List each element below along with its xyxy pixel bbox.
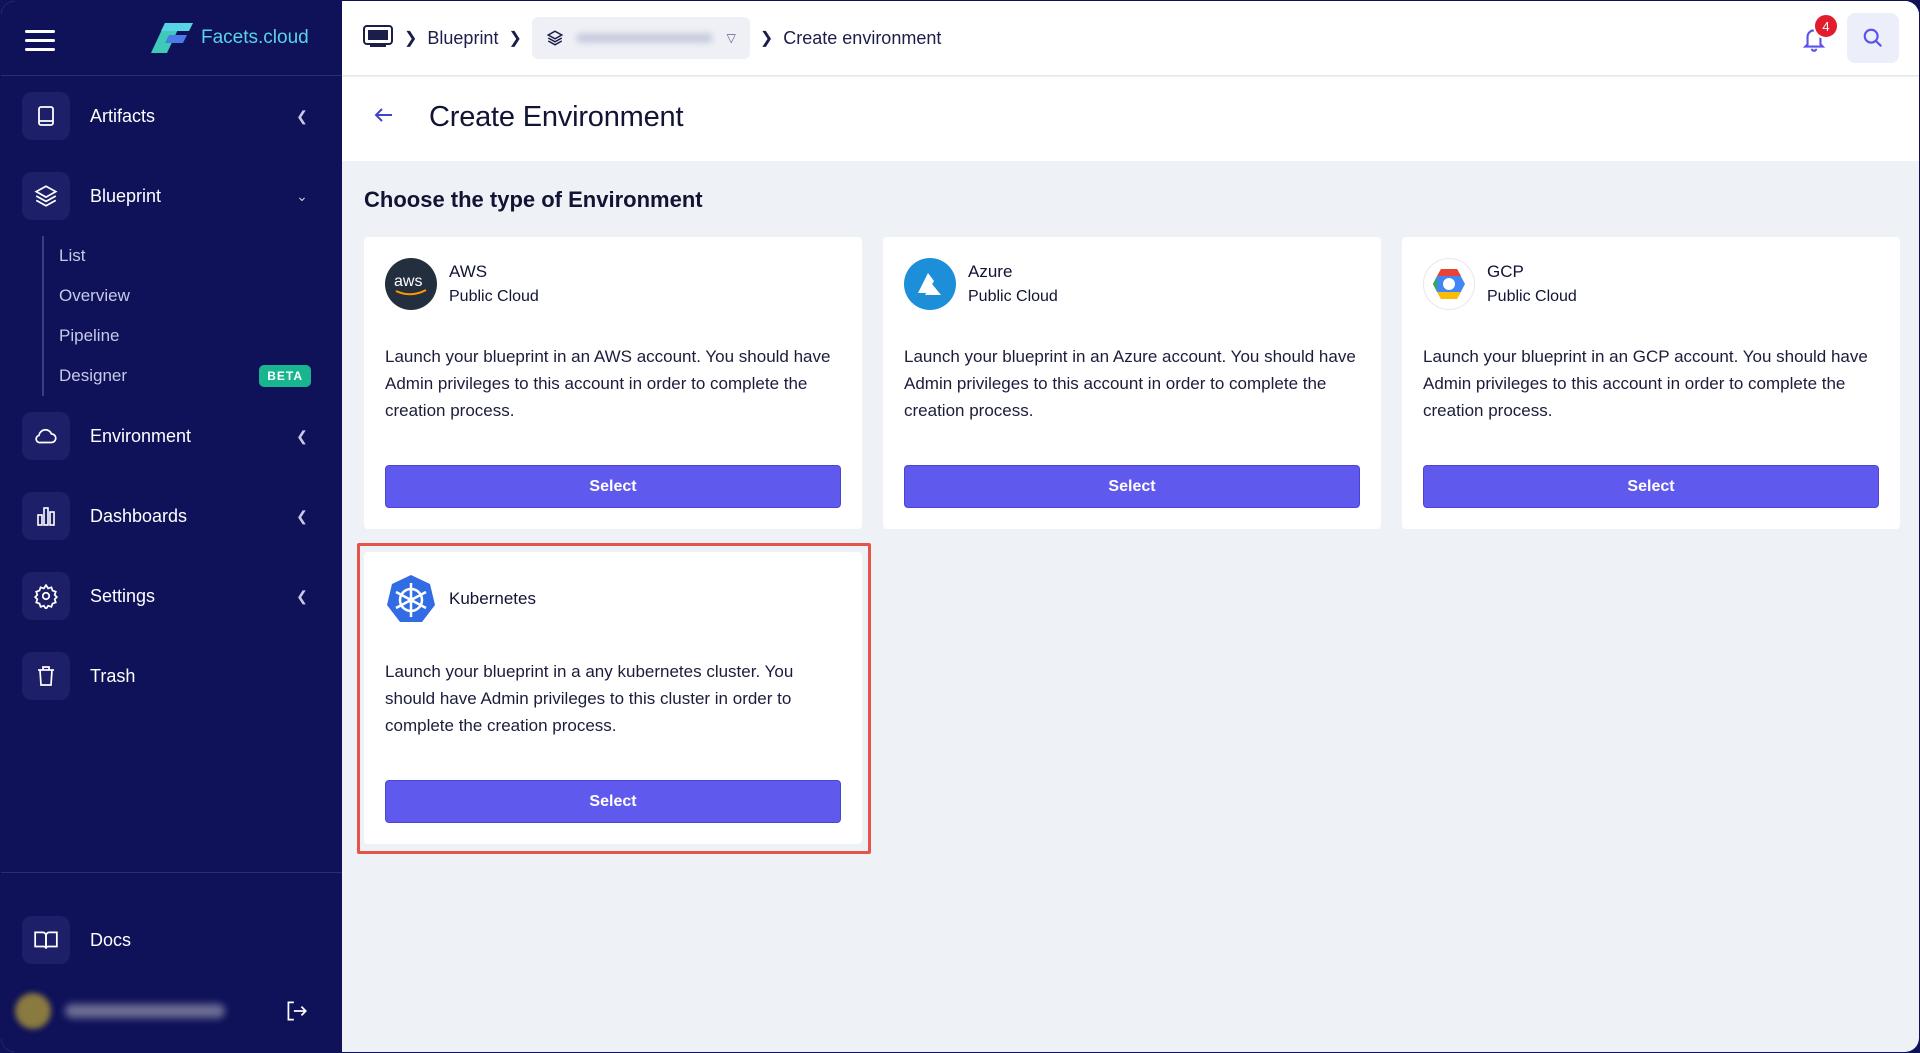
demo-icon[interactable]: [362, 24, 394, 53]
sidebar-divider: [1, 872, 342, 873]
card-title: Azure: [968, 262, 1013, 281]
card-header: Azure Public Cloud: [904, 258, 1058, 310]
hamburger-menu-icon[interactable]: [25, 30, 55, 52]
breadcrumb-blueprint[interactable]: Blueprint: [427, 28, 498, 49]
select-azure-button[interactable]: Select: [904, 465, 1360, 508]
chevron-right-icon: ❯: [759, 30, 774, 47]
sidebar-header: Facets.cloud: [1, 1, 342, 76]
logo-text: Facets.cloud: [201, 27, 309, 48]
sidebar-subitem-pipeline[interactable]: Pipeline: [44, 316, 322, 356]
sidebar-item-settings[interactable]: Settings ❮: [22, 572, 322, 620]
app-window: Facets.cloud Artifacts ❮ Blueprint ⌄ Lis…: [1, 1, 1919, 1052]
sidebar-item-label: Artifacts: [90, 105, 156, 126]
beta-badge: BETA: [259, 365, 311, 387]
topbar: ❯ Blueprint ❯ ▽ ❯ Create environment 4: [342, 1, 1919, 76]
sidebar-item-label: Settings: [90, 585, 156, 606]
select-kubernetes-button[interactable]: Select: [385, 780, 841, 823]
chevron-left-icon: ❮: [296, 507, 308, 524]
sidebar-item-label: Blueprint: [90, 185, 162, 206]
kubernetes-logo-icon: [385, 573, 437, 625]
cloud-icon: [22, 412, 70, 460]
blueprint-submenu: List Overview Pipeline Designer BETA: [42, 236, 322, 396]
gcp-logo-icon: [1423, 258, 1475, 310]
card-title: AWS: [449, 262, 488, 281]
select-aws-button[interactable]: Select: [385, 465, 841, 508]
app-logo[interactable]: Facets.cloud: [151, 23, 309, 53]
notifications-button[interactable]: 4: [1801, 13, 1839, 58]
select-gcp-button[interactable]: Select: [1423, 465, 1879, 508]
search-button[interactable]: [1847, 13, 1899, 63]
card-header: aws AWS Public Cloud: [385, 258, 539, 310]
card-subtitle: Public Cloud: [449, 288, 539, 305]
search-icon: [1863, 28, 1883, 48]
environment-card-kubernetes: Kubernetes Launch your blueprint in a an…: [364, 552, 862, 844]
sidebar-subitem-overview[interactable]: Overview: [44, 276, 322, 316]
facets-logo-icon: [151, 23, 193, 53]
environment-card-azure: Azure Public Cloud Launch your blueprint…: [883, 237, 1381, 529]
sidebar-item-environment[interactable]: Environment ❮: [22, 412, 322, 460]
project-selector[interactable]: ▽: [531, 17, 750, 59]
breadcrumb-current: Create environment: [783, 27, 942, 48]
breadcrumb: ❯ Blueprint ❯ ▽ ❯ Create environment: [362, 17, 941, 59]
project-name-redacted: [575, 33, 713, 43]
sidebar-item-artifacts[interactable]: Artifacts ❮: [22, 92, 322, 140]
gear-icon: [22, 572, 70, 620]
sidebar-item-label: Trash: [90, 665, 136, 686]
sidebar-item-trash[interactable]: Trash: [22, 652, 322, 700]
card-title: Kubernetes: [449, 589, 536, 608]
chevron-left-icon: ❮: [296, 587, 308, 604]
environment-card-gcp: GCP Public Cloud Launch your blueprint i…: [1402, 237, 1900, 529]
layers-icon: [546, 30, 564, 46]
card-subtitle: Public Cloud: [968, 288, 1058, 305]
sidebar-item-docs[interactable]: Docs: [22, 916, 322, 964]
chevron-down-icon: ⌄: [296, 187, 308, 204]
notification-count-badge: 4: [1813, 13, 1839, 39]
bar-chart-icon: [22, 492, 70, 540]
subitem-label: Designer: [59, 366, 128, 385]
section-title: Choose the type of Environment: [364, 187, 703, 212]
sidebar-item-dashboards[interactable]: Dashboards ❮: [22, 492, 322, 540]
user-name-redacted: [65, 1004, 225, 1018]
chevron-left-icon: ❮: [296, 427, 308, 444]
subitem-label: List: [59, 246, 86, 265]
sidebar-subitem-designer[interactable]: Designer BETA: [44, 356, 322, 396]
card-subtitle: Public Cloud: [1487, 288, 1577, 305]
book-icon: [22, 92, 70, 140]
user-profile[interactable]: [15, 991, 325, 1031]
avatar: [15, 993, 51, 1029]
logout-icon[interactable]: [283, 998, 309, 1029]
sidebar-item-label: Environment: [90, 425, 192, 446]
card-description: Launch your blueprint in an Azure accoun…: [904, 347, 1356, 420]
card-description: Launch your blueprint in an AWS account.…: [385, 347, 831, 420]
card-header: GCP Public Cloud: [1423, 258, 1577, 310]
page-header: Create Environment: [342, 77, 1919, 161]
sidebar-item-label: Docs: [90, 929, 132, 950]
environment-card-aws: aws AWS Public Cloud Launch your bluepri…: [364, 237, 862, 529]
layers-icon: [22, 172, 70, 220]
card-description: Launch your blueprint in an GCP account.…: [1423, 347, 1868, 420]
subitem-label: Pipeline: [59, 326, 120, 345]
trash-icon: [22, 652, 70, 700]
azure-logo-icon: [904, 258, 956, 310]
sidebar-item-blueprint[interactable]: Blueprint ⌄: [22, 172, 322, 220]
subitem-label: Overview: [59, 286, 130, 305]
sidebar: Facets.cloud Artifacts ❮ Blueprint ⌄ Lis…: [1, 1, 342, 1052]
chevron-right-icon: ❯: [404, 30, 418, 47]
card-title: GCP: [1487, 262, 1524, 281]
open-book-icon: [22, 916, 70, 964]
sidebar-item-label: Dashboards: [90, 505, 188, 526]
sidebar-subitem-list[interactable]: List: [44, 236, 322, 276]
chevron-right-icon: ❯: [508, 30, 522, 47]
dropdown-triangle-icon: ▽: [726, 31, 736, 45]
chevron-left-icon: ❮: [296, 107, 308, 124]
svg-text:aws: aws: [394, 273, 422, 290]
aws-logo-icon: aws: [385, 258, 437, 310]
card-description: Launch your blueprint in a any kubernete…: [385, 662, 794, 735]
back-arrow-icon[interactable]: [372, 103, 396, 132]
card-header: Kubernetes: [385, 573, 536, 625]
page-title: Create Environment: [429, 101, 684, 133]
